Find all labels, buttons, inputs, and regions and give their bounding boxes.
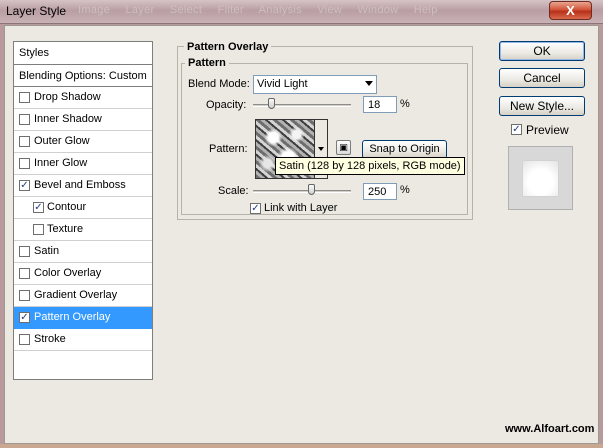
style-item-label: Satin: [34, 245, 60, 257]
scale-input[interactable]: 250: [363, 183, 397, 200]
style-checkbox[interactable]: [19, 334, 30, 345]
opacity-input[interactable]: 18: [363, 96, 397, 113]
style-item-inner-shadow[interactable]: Inner Shadow: [14, 109, 152, 131]
blending-options-item[interactable]: Blending Options: Custom: [14, 65, 152, 87]
pattern-label: Pattern:: [209, 143, 248, 155]
chevron-down-icon: [365, 81, 373, 86]
background-menu-item: Window: [357, 4, 399, 16]
opacity-unit: %: [400, 98, 410, 110]
background-menu-item: Analysis: [258, 4, 302, 16]
style-item-label: Bevel and Emboss: [34, 179, 126, 191]
style-item-drop-shadow[interactable]: Drop Shadow: [14, 87, 152, 109]
pattern-subgroup-title: Pattern: [185, 57, 229, 69]
chevron-down-icon: [318, 147, 324, 151]
style-item-label: Gradient Overlay: [34, 289, 118, 301]
new-style-button[interactable]: New Style...: [499, 96, 585, 116]
new-preset-icon[interactable]: ▣: [336, 140, 351, 155]
style-checkbox[interactable]: ✓: [19, 180, 30, 191]
opacity-label: Opacity:: [206, 99, 247, 111]
background-menu-item: Filter: [217, 4, 244, 16]
style-item-label: Contour: [47, 201, 87, 213]
background-menu-item: Layer: [125, 4, 155, 16]
style-item-pattern-overlay[interactable]: ✓ Pattern Overlay: [14, 307, 152, 329]
pattern-tooltip: Satin (128 by 128 pixels, RGB mode): [275, 157, 465, 175]
scale-slider[interactable]: [253, 190, 351, 193]
style-item-stroke[interactable]: Stroke: [14, 329, 152, 351]
styles-list: Styles Blending Options: Custom Drop Sha…: [13, 41, 153, 380]
scale-slider-thumb[interactable]: [308, 184, 315, 195]
style-item-label: Inner Shadow: [34, 113, 102, 125]
style-checkbox[interactable]: [19, 136, 30, 147]
preview-swatch: [523, 161, 558, 196]
style-item-satin[interactable]: Satin: [14, 241, 152, 263]
style-checkbox[interactable]: [19, 92, 30, 103]
style-item-inner-glow[interactable]: Inner Glow: [14, 153, 152, 175]
scale-unit: %: [400, 184, 410, 196]
cancel-button[interactable]: Cancel: [499, 68, 585, 88]
style-item-bevel-and-emboss[interactable]: ✓ Bevel and Emboss: [14, 175, 152, 197]
window-title: Layer Style: [6, 4, 67, 18]
background-strip: [0, 444, 603, 448]
style-item-label: Stroke: [34, 333, 66, 345]
preview-checkbox[interactable]: ✓: [511, 124, 522, 135]
style-item-color-overlay[interactable]: Color Overlay: [14, 263, 152, 285]
style-checkbox[interactable]: [19, 114, 30, 125]
style-item-label: Outer Glow: [34, 135, 90, 147]
style-item-gradient-overlay[interactable]: Gradient Overlay: [14, 285, 152, 307]
style-item-label: Texture: [47, 223, 84, 235]
ok-button[interactable]: OK: [499, 41, 585, 61]
background-menu-item: Help: [413, 4, 438, 16]
style-item-label: Color Overlay: [34, 267, 102, 279]
scale-label: Scale:: [218, 185, 249, 197]
style-item-label: Inner Glow: [34, 157, 88, 169]
style-item-outer-glow[interactable]: Outer Glow: [14, 131, 152, 153]
background-menu-item: Select: [169, 4, 203, 16]
watermark: www.Alfoart.com: [505, 423, 595, 435]
style-item-label: Pattern Overlay: [34, 311, 111, 323]
close-button[interactable]: X: [549, 1, 592, 20]
style-item-texture[interactable]: Texture: [14, 219, 152, 241]
style-checkbox[interactable]: ✓: [19, 312, 30, 323]
styles-header[interactable]: Styles: [14, 42, 152, 65]
title-bar: Layer Style Image Layer Select Filter An…: [0, 0, 603, 24]
blend-mode-label: Blend Mode:: [188, 78, 250, 90]
layer-style-dialog: Styles Blending Options: Custom Drop Sha…: [4, 25, 599, 444]
pattern-overlay-title: Pattern Overlay: [184, 41, 272, 53]
style-checkbox[interactable]: [33, 224, 44, 235]
style-item-label: Drop Shadow: [34, 91, 101, 103]
style-item-contour[interactable]: ✓ Contour: [14, 197, 152, 219]
background-menu-item: View: [317, 4, 343, 16]
style-checkbox[interactable]: [19, 290, 30, 301]
preview-label[interactable]: Preview: [526, 123, 569, 137]
style-checkbox[interactable]: [19, 158, 30, 169]
style-checkbox[interactable]: ✓: [33, 202, 44, 213]
opacity-slider-thumb[interactable]: [267, 98, 275, 109]
link-with-layer-checkbox[interactable]: ✓: [250, 203, 261, 214]
style-checkbox[interactable]: [19, 246, 30, 257]
link-with-layer-label[interactable]: Link with Layer: [264, 202, 337, 214]
blend-mode-value: Vivid Light: [257, 78, 308, 90]
background-menu-item: Image: [78, 4, 111, 16]
style-checkbox[interactable]: [19, 268, 30, 279]
blend-mode-select[interactable]: Vivid Light: [253, 75, 377, 94]
style-preview: [508, 146, 573, 210]
background-menu-bar: Image Layer Select Filter Analysis View …: [78, 4, 450, 16]
